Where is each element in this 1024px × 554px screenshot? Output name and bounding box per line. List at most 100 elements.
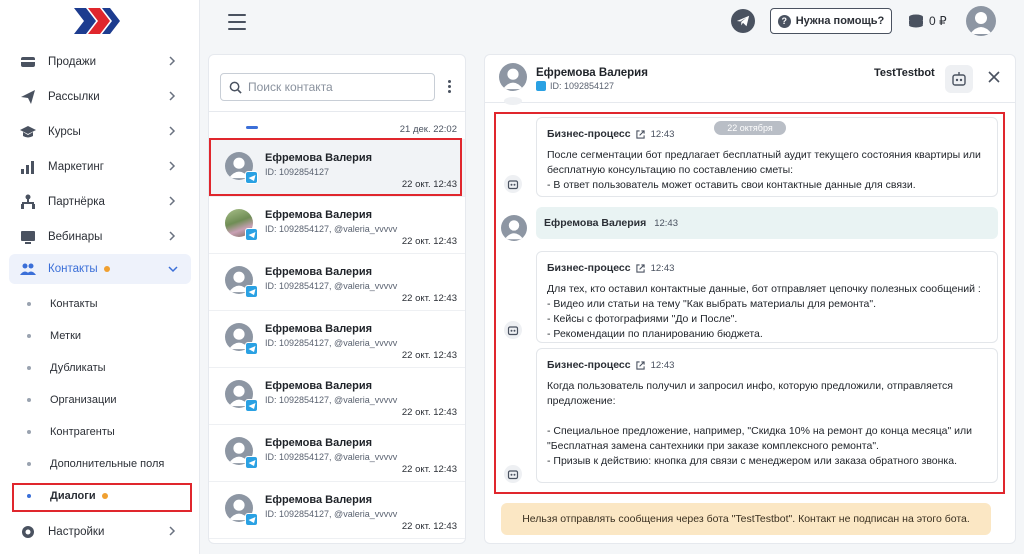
avatar — [499, 63, 527, 91]
contact-name: Ефремова Валерия — [265, 380, 373, 392]
contact-time: 22 окт. 12:43 — [401, 464, 457, 475]
help-button[interactable]: ? Нужна помощь? — [770, 8, 892, 34]
user-icon — [970, 12, 992, 34]
cart-icon — [20, 54, 36, 70]
contact-name: Ефремова Валерия — [265, 209, 373, 221]
contact-id: ID: 1092854127, @valeria_vvvvv — [265, 509, 398, 519]
list-item[interactable]: Ефремова Валерия ID: 1092854127, @valeri… — [209, 254, 465, 311]
balance[interactable]: 0 ₽ — [907, 11, 947, 31]
sidebar-subitem-label: Дополнительные поля — [50, 458, 165, 470]
contact-name: Ефремова Валерия — [265, 266, 373, 278]
sidebar-subitem-label: Организации — [50, 394, 117, 406]
contact-name: Ефремова Валерия — [265, 323, 373, 335]
more-options-icon[interactable] — [448, 80, 452, 94]
contact-time: 21 дек. 22:02 — [399, 124, 457, 135]
list-item[interactable]: 21 дек. 22:02 — [209, 112, 465, 140]
logo-icon[interactable] — [74, 8, 120, 34]
highlight-box-messages — [494, 112, 1005, 494]
list-item[interactable]: Ефремова Валерия ID: 1092854127, @valeri… — [209, 197, 465, 254]
sidebar-subitem-contacts[interactable]: Контакты — [0, 288, 200, 320]
chevron-right-icon — [169, 91, 176, 101]
sidebar-item-label: Рассылки — [48, 90, 100, 103]
user-icon — [502, 68, 524, 90]
list-item[interactable]: Ефремова Валерия ID: 1092854127, @valeri… — [209, 368, 465, 425]
user-avatar[interactable] — [966, 6, 996, 36]
chevron-right-icon — [169, 526, 176, 536]
telegram-icon — [245, 342, 258, 355]
chat-header: Ефремова Валерия ID: 1092854127 TestTest… — [485, 55, 1015, 103]
chevron-right-icon — [169, 56, 176, 66]
sidebar-item-courses[interactable]: Курсы — [0, 114, 200, 149]
sidebar-subitem-counterparties[interactable]: Контрагенты — [0, 416, 200, 448]
users-icon — [20, 261, 36, 277]
robot-icon — [504, 97, 522, 105]
chevron-right-icon — [169, 126, 176, 136]
sidebar-item-label: Маркетинг — [48, 160, 104, 173]
sidebar-item-contacts[interactable]: Контакты — [9, 254, 191, 284]
telegram-icon — [736, 15, 750, 27]
sidebar-item-mailings[interactable]: Рассылки — [0, 79, 200, 114]
search-box[interactable] — [220, 73, 435, 101]
sidebar-item-marketing[interactable]: Маркетинг — [0, 149, 200, 184]
monitor-icon — [20, 229, 36, 245]
sidebar-item-label: Продажи — [48, 55, 97, 68]
sidebar-item-label: Контакты — [48, 263, 98, 275]
sidebar-subitem-duplicates[interactable]: Дубликаты — [0, 352, 200, 384]
robot-icon — [952, 72, 966, 86]
sidebar-item-label: Партнёрка — [48, 195, 105, 208]
chevron-right-icon — [169, 231, 176, 241]
sidebar-subitem-extra-fields[interactable]: Дополнительные поля — [0, 448, 200, 480]
telegram-button[interactable] — [731, 9, 755, 33]
contact-time: 22 окт. 12:43 — [401, 293, 457, 304]
list-item[interactable]: Ефремова Валерия ID: 1092854127, @valeri… — [209, 482, 465, 539]
telegram-icon — [245, 399, 258, 412]
highlight-box-dialogs — [12, 483, 192, 512]
sidebar-nav: Продажи Рассылки Курсы Маркетинг Партнёр — [0, 44, 200, 549]
indicator — [246, 126, 258, 129]
sidebar-subitem-tags[interactable]: Метки — [0, 320, 200, 352]
sidebar-item-settings[interactable]: Настройки — [0, 514, 200, 549]
sidebar-subitem-label: Метки — [50, 330, 82, 342]
help-button-label: Нужна помощь? — [795, 15, 885, 27]
sidebar: Продажи Рассылки Курсы Маркетинг Партнёр — [0, 0, 200, 554]
sidebar-subitem-organizations[interactable]: Организации — [0, 384, 200, 416]
balance-value: 0 ₽ — [929, 14, 947, 28]
menu-toggle-icon[interactable] — [228, 14, 246, 30]
telegram-icon — [536, 81, 546, 91]
telegram-icon — [245, 513, 258, 526]
graduation-cap-icon — [20, 124, 36, 140]
contact-id: ID: 1092854127, @valeria_vvvvv — [265, 452, 398, 462]
sitemap-icon — [20, 194, 36, 210]
sidebar-subitem-label: Контрагенты — [50, 426, 115, 438]
paper-plane-icon — [20, 89, 36, 105]
contact-time: 22 окт. 12:43 — [401, 236, 457, 247]
bot-button[interactable] — [945, 65, 973, 93]
sidebar-subitem-label: Контакты — [50, 298, 98, 310]
sidebar-item-label: Курсы — [48, 125, 81, 138]
sidebar-item-label: Вебинары — [48, 230, 103, 243]
sidebar-item-partners[interactable]: Партнёрка — [0, 184, 200, 219]
coins-icon — [909, 14, 923, 28]
bar-chart-icon — [20, 159, 36, 175]
list-item[interactable]: Ефремова Валерия ID: 1092854127, @valeri… — [209, 425, 465, 482]
telegram-icon — [245, 228, 258, 241]
contact-id: ID: 1092854127, @valeria_vvvvv — [265, 224, 398, 234]
search-input[interactable] — [248, 80, 428, 94]
search-icon — [229, 81, 242, 94]
contact-time: 22 окт. 12:43 — [401, 521, 457, 532]
gear-icon — [20, 524, 36, 540]
contacts-panel: 21 дек. 22:02 Ефремова Валерия ID: 10928… — [208, 54, 466, 544]
sidebar-item-sales[interactable]: Продажи — [0, 44, 200, 79]
sidebar-item-webinars[interactable]: Вебинары — [0, 219, 200, 254]
close-icon[interactable] — [987, 70, 1001, 84]
chevron-right-icon — [169, 161, 176, 171]
chat-contact-name: Ефремова Валерия — [536, 67, 648, 79]
notification-dot — [103, 266, 110, 272]
contact-name: Ефремова Валерия — [265, 437, 373, 449]
contact-id: ID: 1092854127, @valeria_vvvvv — [265, 395, 398, 405]
telegram-icon — [245, 285, 258, 298]
list-item[interactable]: Ефремова Валерия ID: 1092854127, @valeri… — [209, 311, 465, 368]
chat-contact-id: ID: 1092854127 — [536, 81, 614, 91]
contact-id: ID: 1092854127, @valeria_vvvvv — [265, 338, 398, 348]
sidebar-item-label: Настройки — [48, 525, 105, 538]
